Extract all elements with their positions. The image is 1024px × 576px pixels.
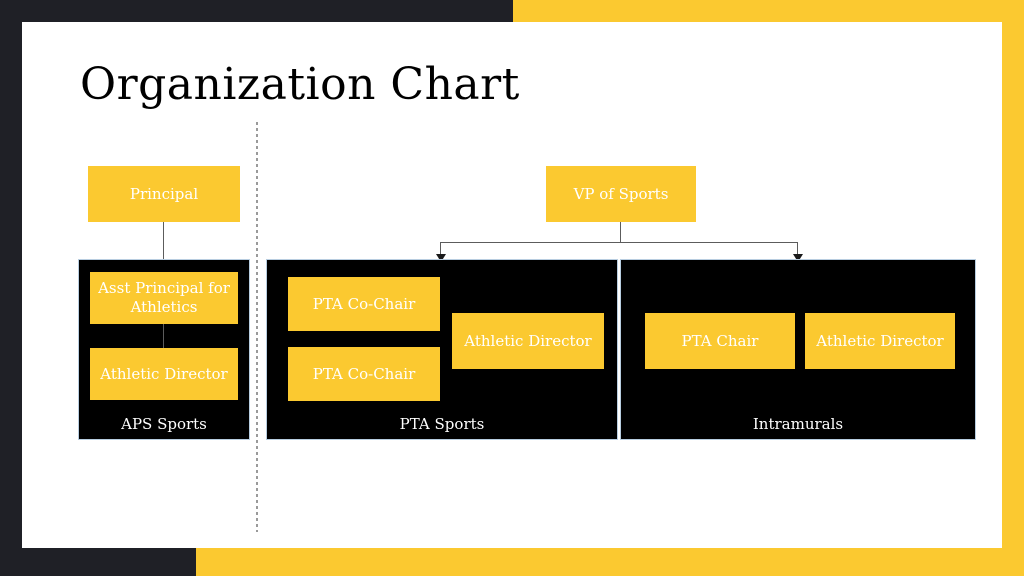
connector-asst-principal-to-athletic-director [163, 324, 164, 348]
node-intramurals-athletic-director-label: Athletic Director [816, 331, 944, 350]
frame-top-yellow-bar [513, 0, 1024, 22]
page-title: Organization Chart [80, 59, 520, 110]
node-pta-athletic-director[interactable]: Athletic Director [452, 313, 604, 369]
node-pta-athletic-director-label: Athletic Director [464, 331, 592, 350]
frame-right-yellow-bar [1002, 0, 1024, 576]
connector-vp-horizontal-bus [440, 242, 798, 243]
frame-left-dark-bar [0, 0, 22, 576]
node-aps-athletic-director[interactable]: Athletic Director [90, 348, 238, 400]
node-pta-co-chair-1[interactable]: PTA Co-Chair [288, 277, 440, 331]
node-vp-of-sports-label: VP of Sports [573, 184, 669, 203]
node-asst-principal-for-athletics[interactable]: Asst Principal for Athletics [90, 272, 238, 324]
frame-bottom-dark-bar [0, 548, 196, 576]
group-label-intramurals: Intramurals [752, 415, 844, 433]
node-pta-co-chair-2[interactable]: PTA Co-Chair [288, 347, 440, 401]
node-vp-of-sports[interactable]: VP of Sports [546, 166, 696, 222]
node-pta-co-chair-2-label: PTA Co-Chair [312, 364, 416, 383]
node-pta-co-chair-1-label: PTA Co-Chair [312, 294, 416, 313]
frame-bottom-yellow-bar [196, 548, 1024, 576]
dotted-section-divider [256, 122, 258, 532]
node-aps-athletic-director-label: Athletic Director [100, 364, 228, 383]
node-principal-label: Principal [129, 184, 199, 203]
node-asst-principal-label: Asst Principal for Athletics [98, 279, 230, 316]
node-pta-chair-label: PTA Chair [681, 331, 759, 350]
frame-top-dark-bar [0, 0, 513, 22]
group-label-aps-sports: APS Sports [121, 415, 207, 433]
connector-vp-stem [620, 222, 621, 242]
node-pta-chair[interactable]: PTA Chair [645, 313, 795, 369]
group-label-pta-sports: PTA Sports [399, 415, 485, 433]
node-intramurals-athletic-director[interactable]: Athletic Director [805, 313, 955, 369]
slide-canvas: Organization Chart APS Sports PTA Sports… [0, 0, 1024, 576]
node-principal[interactable]: Principal [88, 166, 240, 222]
